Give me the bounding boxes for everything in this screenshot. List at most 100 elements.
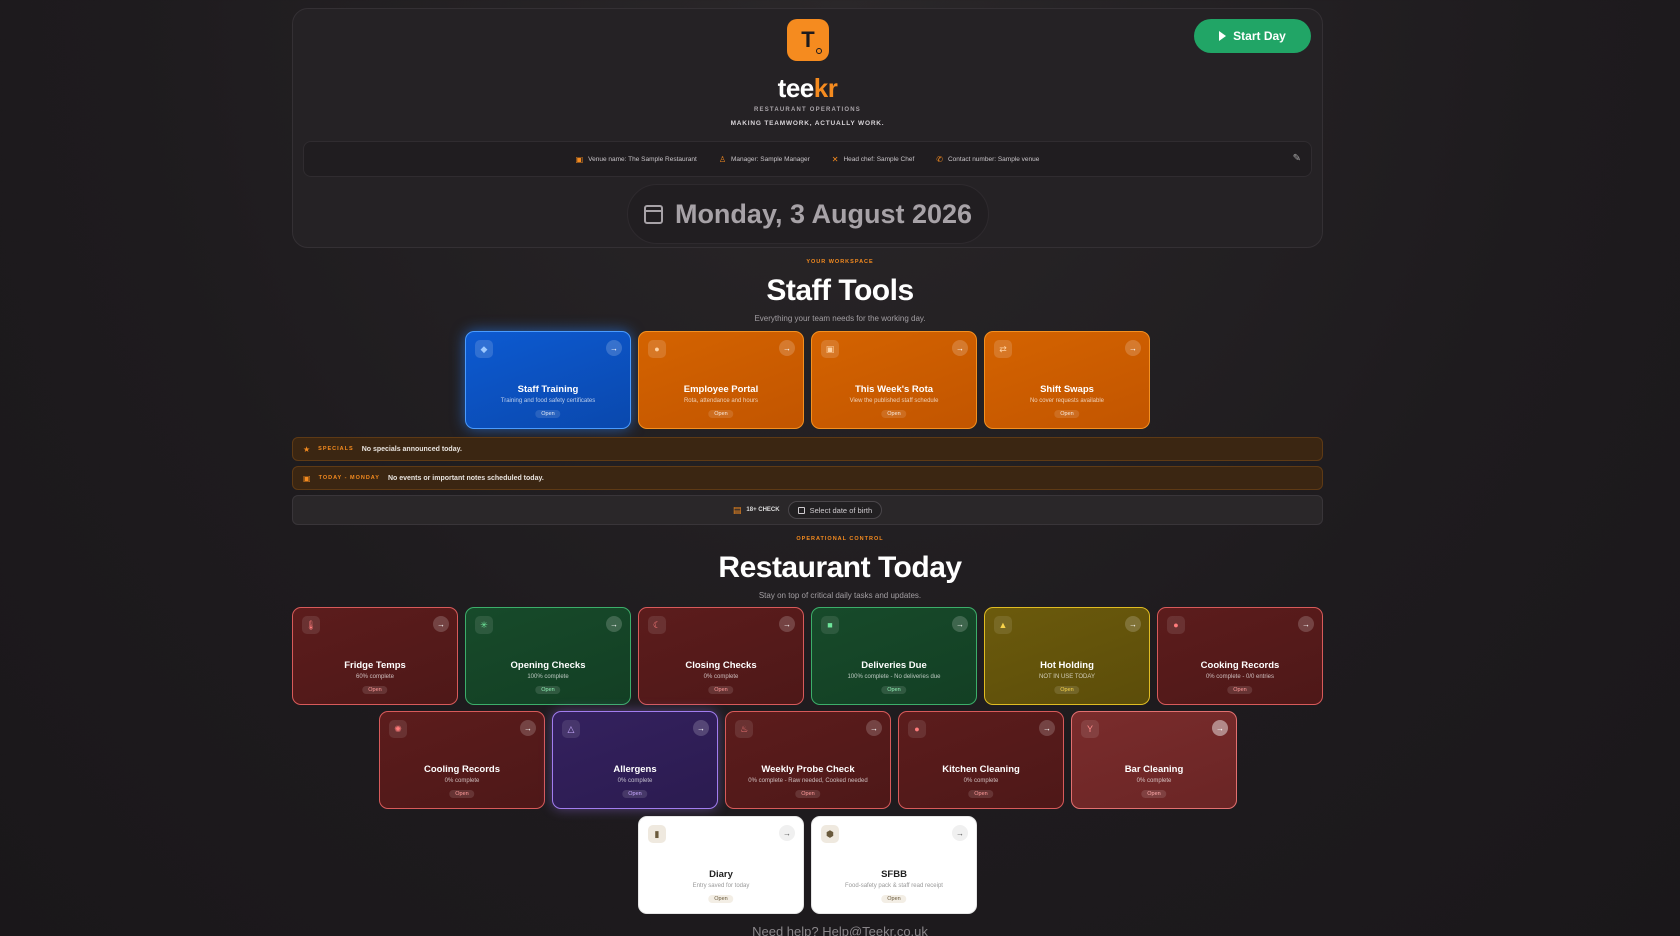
tagline-teamwork: MAKING TEAMWORK, ACTUALLY WORK.	[730, 120, 885, 127]
tile-sfbb[interactable]: ⬢ → SFBB Food-safety pack & staff read r…	[811, 816, 977, 914]
specials-label: SPECIALS	[318, 446, 354, 452]
tile-title: Deliveries Due	[861, 660, 927, 671]
tile-title: Staff Training	[517, 384, 579, 395]
cocktail-icon: Y	[1081, 720, 1099, 738]
tile-closing-checks[interactable]: ☾ → Closing Checks 0% complete Open	[638, 607, 804, 705]
tile-subtitle: 0% complete	[963, 778, 999, 784]
user-circle-icon: ●	[648, 340, 666, 358]
arrow-right-icon[interactable]: →	[1212, 720, 1228, 736]
manager-item: ♙ Manager: Sample Manager	[719, 155, 810, 164]
brand-name: teekr	[293, 73, 1322, 104]
help-footer[interactable]: Need help? Help@Teekr.co.uk	[0, 924, 1680, 936]
calendar-icon: ▣	[303, 473, 311, 483]
tile-kitchen-cleaning[interactable]: ● → Kitchen Cleaning 0% complete Open	[898, 711, 1064, 809]
specials-banner: ★ SPECIALS No specials announced today.	[292, 437, 1323, 461]
restaurant-today-title: Restaurant Today	[718, 551, 962, 584]
tile-open-badge: Open	[708, 686, 734, 694]
tile-opening-checks[interactable]: ✳ → Opening Checks 100% complete Open	[465, 607, 631, 705]
arrow-right-icon[interactable]: →	[433, 616, 449, 632]
tile-title: Closing Checks	[685, 660, 757, 671]
restaurant-today-subtitle: Stay on top of critical daily tasks and …	[758, 591, 922, 600]
manager-name: Manager: Sample Manager	[730, 155, 810, 163]
age-check-label: ▤ 18+ CHECK	[733, 505, 780, 516]
tile-subtitle: 60% complete	[355, 674, 395, 680]
tile-diary[interactable]: ▮ → Diary Entry saved for today Open	[638, 816, 804, 914]
tile-subtitle: 100% complete - No deliveries due	[847, 674, 941, 680]
tile-subtitle: 0% complete	[1136, 778, 1172, 784]
arrow-right-icon[interactable]: →	[1125, 340, 1141, 356]
tile-allergens[interactable]: △ → Allergens 0% complete Open	[552, 711, 718, 809]
tile-title: Opening Checks	[510, 660, 586, 671]
arrow-right-icon[interactable]: →	[520, 720, 536, 736]
tile-subtitle: View the published staff schedule	[849, 398, 939, 404]
id-card-icon: ▤	[732, 504, 742, 515]
tile-bar-cleaning[interactable]: Y → Bar Cleaning 0% complete Open	[1071, 711, 1237, 809]
tile-subtitle: 100% complete	[527, 674, 569, 680]
head-chef-item: ✕ Head chef: Sample Chef	[832, 155, 915, 164]
swap-icon: ⇄	[994, 340, 1012, 358]
calendar-icon: ▣	[821, 340, 839, 358]
tile-deliveries-due[interactable]: ■ → Deliveries Due 100% complete - No de…	[811, 607, 977, 705]
teekr-logo: T	[787, 19, 829, 61]
arrow-right-icon[interactable]: →	[693, 720, 709, 736]
tile-subtitle: 0% complete	[703, 674, 739, 680]
tile-open-badge: Open	[449, 790, 475, 798]
tile-open-badge: Open	[708, 410, 734, 418]
arrow-right-icon[interactable]: →	[779, 340, 795, 356]
arrow-right-icon[interactable]: →	[606, 340, 622, 356]
tile-staff-training[interactable]: ◆ → Staff Training Training and food saf…	[465, 331, 631, 429]
arrow-right-icon[interactable]: →	[1125, 616, 1141, 632]
start-day-label: Start Day	[1233, 29, 1286, 43]
tile-open-badge: Open	[881, 895, 907, 903]
tile-cooling-records[interactable]: ✺ → Cooling Records 0% complete Open	[379, 711, 545, 809]
today-text: No events or important notes scheduled t…	[387, 474, 544, 482]
tile-shift-swaps[interactable]: ⇄ → Shift Swaps No cover requests availa…	[984, 331, 1150, 429]
tile-fridge-temps[interactable]: 🌡︎ → Fridge Temps 60% complete Open	[292, 607, 458, 705]
tile-subtitle: 0% complete	[444, 778, 480, 784]
tile-open-badge: Open	[881, 686, 907, 694]
head-chef-name: Head chef: Sample Chef	[843, 155, 915, 163]
tile-hot-holding[interactable]: ▲ → Hot Holding NOT IN USE TODAY Open	[984, 607, 1150, 705]
calendar-icon: ▣	[575, 154, 584, 164]
select-dob-button[interactable]: Select date of birth	[787, 501, 883, 519]
logo-dot	[816, 48, 822, 54]
arrow-right-icon[interactable]: →	[952, 340, 968, 356]
tile-title: Cooling Records	[423, 764, 500, 775]
logo-letter: T	[801, 27, 815, 52]
tile-subtitle: Training and food safety certificates	[500, 398, 596, 404]
tile-cooking-records[interactable]: ● → Cooking Records 0% complete - 0/0 en…	[1157, 607, 1323, 705]
venue-info-bar: ▣ Venue name: The Sample Restaurant ♙ Mana…	[303, 141, 1312, 177]
tile-open-badge: Open	[708, 895, 734, 903]
arrow-right-icon[interactable]: →	[1039, 720, 1055, 736]
calendar-icon	[643, 204, 663, 224]
restaurant-eyebrow: OPERATIONAL CONTROL	[796, 536, 884, 542]
person-icon: ♙	[718, 154, 726, 164]
arrow-right-icon[interactable]: →	[952, 825, 968, 841]
tile-title: Bar Cleaning	[1124, 764, 1184, 775]
tile-weekly-probe-check[interactable]: ♨ → Weekly Probe Check 0% complete - Raw…	[725, 711, 891, 809]
truck-icon: ■	[821, 616, 839, 634]
arrow-right-icon[interactable]: →	[779, 616, 795, 632]
tile-open-badge: Open	[1227, 686, 1253, 694]
tile-subtitle: 0% complete - Raw needed, Cooked needed	[748, 778, 868, 784]
arrow-right-icon[interactable]: →	[952, 616, 968, 632]
staff-tools-title: Staff Tools	[766, 274, 914, 307]
arrow-right-icon[interactable]: →	[1298, 616, 1314, 632]
tile-this-weeks-rota[interactable]: ▣ → This Week's Rota View the published …	[811, 331, 977, 429]
start-day-button[interactable]: Start Day	[1194, 19, 1311, 53]
graduation-cap-icon: ◆	[475, 340, 493, 358]
today-label: TODAY - MONDAY	[318, 475, 380, 481]
tile-employee-portal[interactable]: ● → Employee Portal Rota, attendance and…	[638, 331, 804, 429]
tile-open-badge: Open	[1054, 410, 1080, 418]
pencil-icon[interactable]: ✎	[1293, 153, 1301, 164]
moon-icon: ☾	[648, 616, 666, 634]
warning-icon: △	[562, 720, 580, 738]
arrow-right-icon[interactable]: →	[779, 825, 795, 841]
date-display: Monday, 3 August 2026	[627, 184, 989, 244]
arrow-right-icon[interactable]: →	[866, 720, 882, 736]
sun-icon: ✳	[475, 616, 493, 634]
arrow-right-icon[interactable]: →	[606, 616, 622, 632]
tile-title: Shift Swaps	[1040, 384, 1094, 395]
tile-open-badge: Open	[1141, 790, 1167, 798]
contact-item: ✆ Contact number: Sample venue	[936, 155, 1039, 164]
